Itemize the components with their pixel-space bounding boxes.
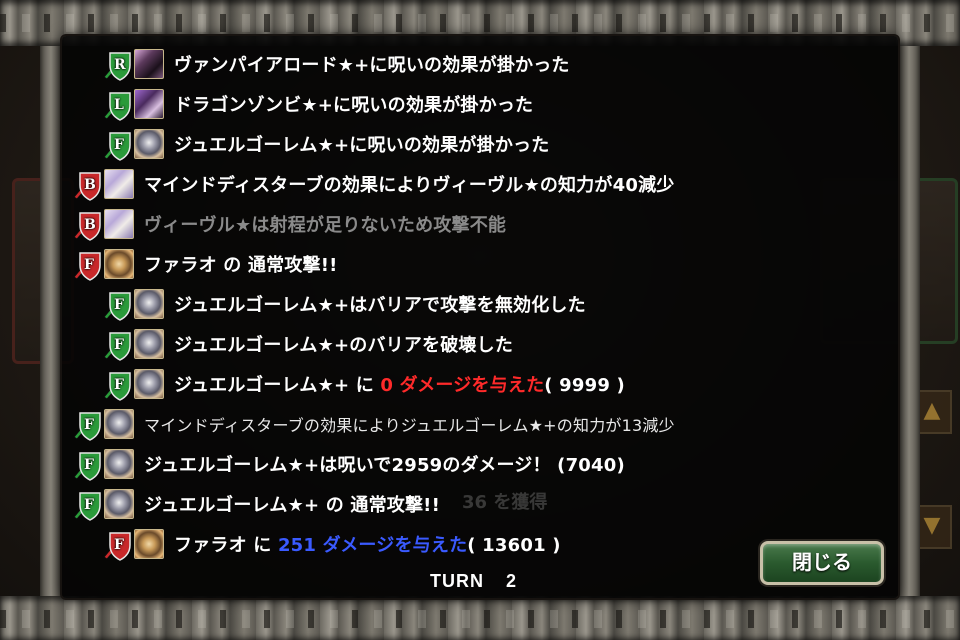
log-entry: L ドラゴンゾンビ★+に呪いの効果が掛かった xyxy=(102,84,533,124)
log-entry: F ジュエルゴーレム★+はバリアで攻撃を無効化した xyxy=(102,284,586,324)
unit-class-letter: F xyxy=(84,497,94,513)
log-entry: F ジュエルゴーレム★+のバリアを破壊した xyxy=(102,324,513,364)
log-entry-text: ジュエルゴーレム★+ の 通常攻撃!! xyxy=(144,491,440,517)
unit-class-letter: L xyxy=(114,97,124,113)
unit-portrait xyxy=(134,529,164,559)
log-entry: F ジュエルゴーレム★+ の 通常攻撃!! xyxy=(72,484,440,524)
close-button[interactable]: 閉じる xyxy=(760,541,884,585)
log-entry-text: ジュエルゴーレム★+に呪いの効果が掛かった xyxy=(174,131,549,157)
log-text-segment: ドラゴンゾンビ★+に呪いの効果が掛かった xyxy=(174,95,534,116)
unit-portrait xyxy=(134,49,164,79)
log-text-segment: マインドディスターブの効果によりジュエルゴーレム★+の知力が13減少 xyxy=(144,416,675,435)
log-entry-text: ファラオ に 251 ダメージを与えた( 13601 ) xyxy=(174,531,561,557)
unit-shield-icon: F xyxy=(102,367,132,401)
unit-shield-icon: F xyxy=(72,407,102,441)
unit-class-letter: F xyxy=(84,457,94,473)
log-entry: F ジュエルゴーレム★+ に 0 ダメージを与えた( 9999 ) xyxy=(102,364,625,404)
unit-portrait xyxy=(134,289,164,319)
unit-portrait xyxy=(104,489,134,519)
log-text-segment: ジュエルゴーレム★+に呪いの効果が掛かった xyxy=(174,135,550,156)
unit-portrait xyxy=(104,409,134,439)
log-entry-text: ジュエルゴーレム★+ に 0 ダメージを与えた( 9999 ) xyxy=(174,371,625,397)
unit-shield-icon: F xyxy=(72,247,102,281)
log-text-segment: ジュエルゴーレム★+は呪いで2959のダメージ！ (7040) xyxy=(144,455,625,476)
unit-class-letter: F xyxy=(114,537,124,553)
log-text-segment: マインドディスターブの効果によりヴィーヴル★の知力が40減少 xyxy=(144,175,675,196)
unit-portrait xyxy=(104,209,134,239)
unit-class-letter: F xyxy=(114,137,124,153)
stone-frame-right xyxy=(898,30,920,610)
unit-class-letter: F xyxy=(84,417,94,433)
unit-portrait xyxy=(104,449,134,479)
log-text-segment: ファラオ に xyxy=(174,535,278,556)
unit-shield-icon: F xyxy=(102,127,132,161)
log-entry-text: ドラゴンゾンビ★+に呪いの効果が掛かった xyxy=(174,91,533,117)
log-text-segment: ファラオ の 通常攻撃!! xyxy=(144,255,338,276)
unit-class-letter: F xyxy=(84,257,94,273)
stone-chain-border-bottom xyxy=(0,596,960,640)
log-text-segment: ジュエルゴーレム★+のバリアを破壊した xyxy=(174,335,514,356)
log-text-segment: ヴィーヴル★は射程が足りないため攻撃不能 xyxy=(144,215,507,236)
log-text-segment: ヴァンパイアロード★+に呪いの効果が掛かった xyxy=(174,55,570,76)
log-text-segment: ( 9999 ) xyxy=(544,375,625,396)
unit-portrait xyxy=(134,129,164,159)
unit-portrait xyxy=(134,89,164,119)
unit-class-letter: R xyxy=(114,57,126,73)
unit-class-letter: F xyxy=(114,377,124,393)
unit-shield-icon: B xyxy=(72,167,102,201)
log-entry: F ジュエルゴーレム★+に呪いの効果が掛かった xyxy=(102,124,549,164)
stone-frame-left xyxy=(40,30,62,610)
turn-indicator: TURN 2 xyxy=(430,571,517,592)
log-text-segment: ジュエルゴーレム★+はバリアで攻撃を無効化した xyxy=(174,295,586,316)
log-entry: F ジュエルゴーレム★+は呪いで2959のダメージ！ (7040) xyxy=(72,444,625,484)
unit-shield-icon: B xyxy=(72,207,102,241)
unit-shield-icon: F xyxy=(102,327,132,361)
log-entry-text: マインドディスターブの効果によりジュエルゴーレム★+の知力が13減少 xyxy=(144,412,675,436)
log-text-segment: ジュエルゴーレム★+ の 通常攻撃!! xyxy=(144,495,440,516)
log-text-segment: 251 ダメージを与えた xyxy=(277,535,468,556)
log-entry-text: マインドディスターブの効果によりヴィーヴル★の知力が40減少 xyxy=(144,171,674,197)
log-entry: R ヴァンパイアロード★+に呪いの効果が掛かった xyxy=(102,44,570,84)
battle-log-panel[interactable]: 36 を獲得 R ヴァンパイアロード★+に呪いの効果が掛かった L ドラゴンゾンビ★+… xyxy=(62,36,898,598)
unit-class-letter: B xyxy=(84,217,96,233)
log-entry-text: ヴァンパイアロード★+に呪いの効果が掛かった xyxy=(174,51,570,77)
log-text-segment: ( 13601 ) xyxy=(467,535,561,556)
log-entry-text: ヴィーヴル★は射程が足りないため攻撃不能 xyxy=(144,211,506,237)
battle-log-list[interactable]: R ヴァンパイアロード★+に呪いの効果が掛かった L ドラゴンゾンビ★+に呪いの効果が… xyxy=(62,44,898,564)
unit-portrait xyxy=(104,249,134,279)
unit-class-letter: B xyxy=(84,177,96,193)
unit-shield-icon: R xyxy=(102,47,132,81)
game-screen: ▲ ▼ 36 を獲得 R ヴァンパイアロード★+に呪いの効果が掛かった L ドラゴンゾ… xyxy=(0,0,960,640)
unit-shield-icon: F xyxy=(102,287,132,321)
turn-number: 2 xyxy=(506,571,518,591)
unit-portrait xyxy=(104,169,134,199)
log-entry: F ファラオ の 通常攻撃!! xyxy=(72,244,338,284)
log-entry-text: ジュエルゴーレム★+はバリアで攻撃を無効化した xyxy=(174,291,586,317)
log-text-segment: 0 ダメージを与えた xyxy=(380,375,545,396)
log-entry-text: ジュエルゴーレム★+のバリアを破壊した xyxy=(174,331,513,357)
unit-portrait xyxy=(134,369,164,399)
turn-label: TURN xyxy=(430,571,484,591)
unit-class-letter: F xyxy=(114,297,124,313)
log-entry-text: ファラオ の 通常攻撃!! xyxy=(144,251,338,277)
unit-shield-icon: F xyxy=(72,447,102,481)
unit-class-letter: F xyxy=(114,337,124,353)
log-entry: B マインドディスターブの効果によりヴィーヴル★の知力が40減少 xyxy=(72,164,674,204)
log-entry-text: ジュエルゴーレム★+は呪いで2959のダメージ！ (7040) xyxy=(144,451,625,477)
log-entry: F ファラオ に 251 ダメージを与えた( 13601 ) xyxy=(102,524,561,564)
unit-shield-icon: F xyxy=(72,487,102,521)
unit-shield-icon: L xyxy=(102,87,132,121)
log-text-segment: ジュエルゴーレム★+ に xyxy=(174,375,381,396)
log-entry: F マインドディスターブの効果によりジュエルゴーレム★+の知力が13減少 xyxy=(72,404,675,444)
log-entry: B ヴィーヴル★は射程が足りないため攻撃不能 xyxy=(72,204,506,244)
unit-shield-icon: F xyxy=(102,527,132,561)
unit-portrait xyxy=(134,329,164,359)
